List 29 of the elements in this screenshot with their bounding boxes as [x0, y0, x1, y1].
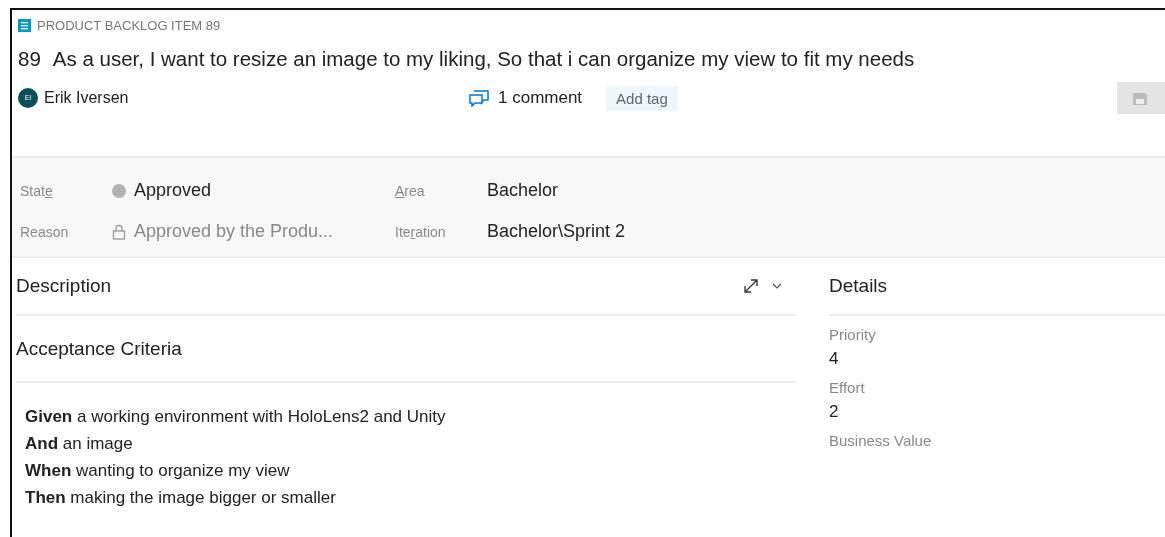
field-label: Effort [829, 379, 866, 396]
criteria-line: And an image [25, 433, 134, 455]
field-label: State [20, 182, 54, 199]
field-label: Priority [829, 326, 877, 343]
field-value[interactable]: Bachelor\Sprint 2 [487, 221, 626, 242]
criteria-line: Then making the image bigger or smaller [25, 487, 337, 509]
field-label: Reason [20, 223, 70, 240]
section-title: Acceptance Criteria [16, 337, 182, 360]
criteria-line: Given a working environment with HoloLens2 and Unity [25, 406, 447, 428]
criteria-line: When wanting to organize my view [25, 460, 291, 482]
add-tag-button[interactable]: Add tag [606, 85, 678, 111]
field-label: Business Value [829, 432, 933, 449]
section-title: Details [829, 275, 888, 297]
work-item-id: 89 [18, 47, 41, 71]
comment-count[interactable]: 1 comment [498, 88, 583, 108]
field-value[interactable]: 4 [829, 349, 1165, 369]
work-item-type: PRODUCT BACKLOG ITEM 89 [37, 18, 221, 33]
comment-icon[interactable] [468, 89, 490, 107]
work-item-title[interactable]: As a user, I want to resize an image to my liking, So that i can organize my view to fit my needs [52, 47, 915, 71]
assignee-name[interactable]: Erik Iversen [44, 89, 129, 107]
field-value[interactable]: 2 [829, 402, 1165, 422]
backlog-item-icon [18, 19, 31, 32]
section-title: Description [16, 275, 112, 297]
field-value[interactable]: Approved [134, 180, 212, 201]
field-value[interactable]: Bachelor [487, 180, 559, 201]
field-label: Iteration [395, 223, 447, 240]
maximize-icon[interactable] [742, 277, 760, 295]
field-label: Area [395, 182, 426, 199]
chevron-down-icon[interactable] [772, 283, 782, 289]
